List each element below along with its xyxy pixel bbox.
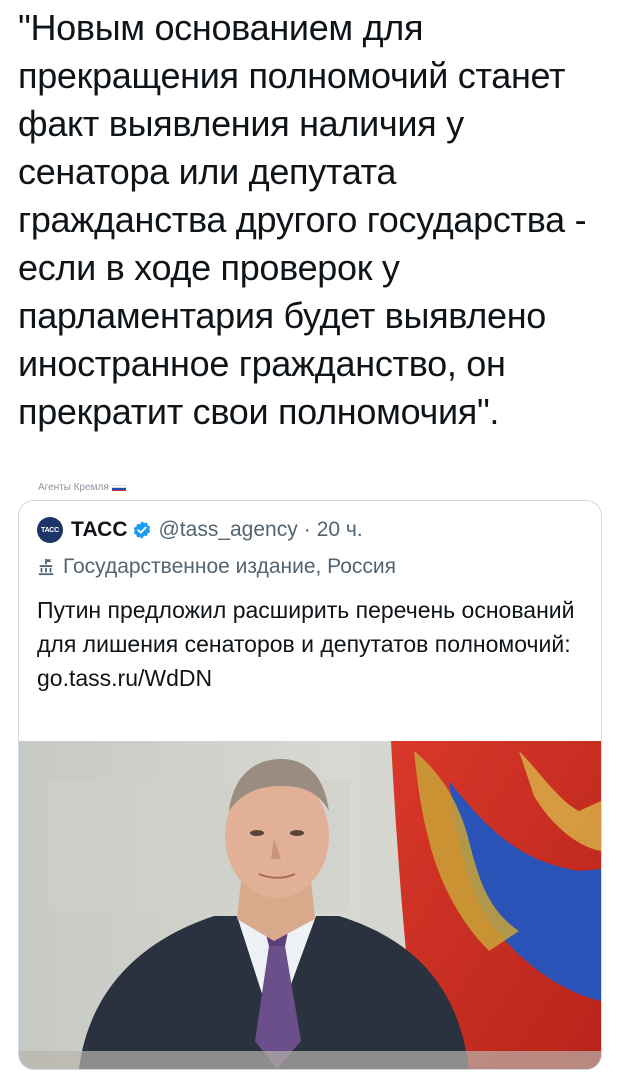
quoted-tweet-text: Путин предложил расширить перечень основ… <box>37 593 585 695</box>
photo-image <box>19 741 601 1069</box>
tweet-time[interactable]: 20 ч. <box>317 518 363 542</box>
quoted-tweet-photo[interactable] <box>19 741 601 1069</box>
state-media-label[interactable]: Государственное издание, Россия <box>37 555 396 579</box>
tweet-text: "Новым основанием для прекращения полном… <box>18 7 587 432</box>
russia-flag-icon <box>111 484 126 491</box>
government-building-icon <box>37 558 55 576</box>
quoted-tweet-header: ТАСС ТАСС @tass_agency · 20 ч. <box>37 517 363 543</box>
author-name[interactable]: ТАСС <box>71 518 127 542</box>
quoted-tweet-card[interactable]: ТАСС ТАСС @tass_agency · 20 ч. Государст… <box>18 500 602 1070</box>
state-media-label-text: Государственное издание, Россия <box>63 555 397 578</box>
watermark-text: Агенты Кремля <box>38 482 109 493</box>
quoted-tweet-link[interactable]: go.tass.ru/WdDN <box>37 665 212 691</box>
avatar[interactable]: ТАСС <box>37 517 63 543</box>
quoted-tweet-body: Путин предложил расширить перечень основ… <box>37 597 575 657</box>
watermark: Агенты Кремля <box>38 482 126 493</box>
author-handle[interactable]: @tass_agency <box>158 518 297 542</box>
verified-badge-icon <box>132 520 152 540</box>
meta-separator: · <box>303 518 311 541</box>
